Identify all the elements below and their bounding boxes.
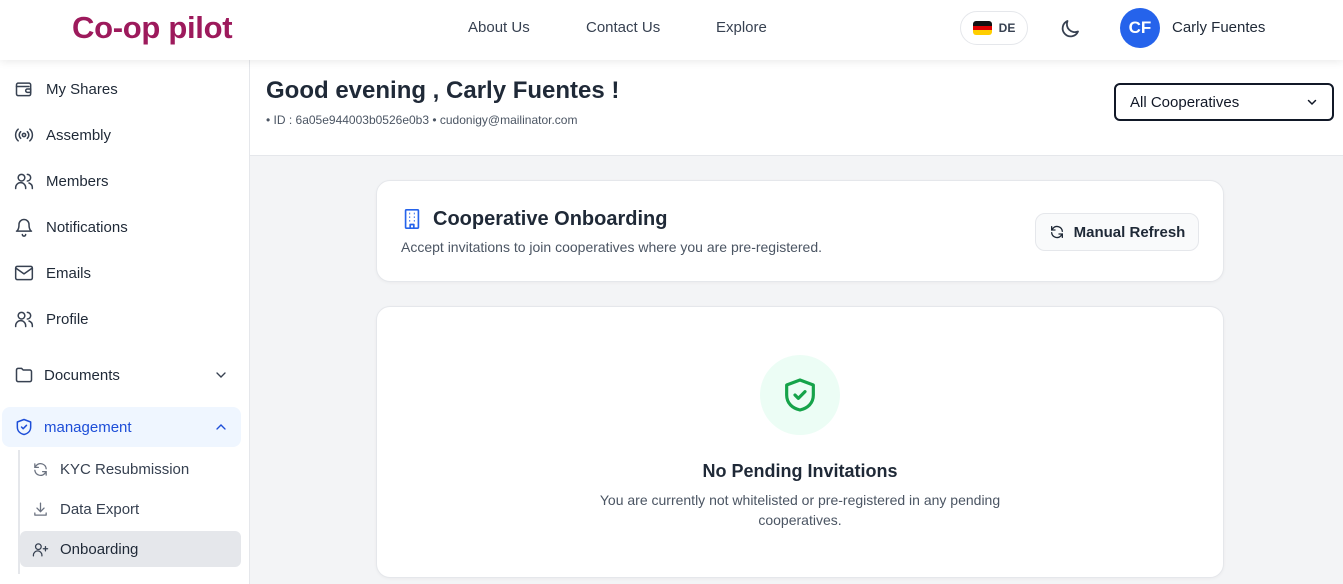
sidebar-item-documents[interactable]: Documents [0, 355, 249, 395]
chevron-up-icon [216, 424, 226, 430]
sidebar-item-label: management [44, 418, 132, 436]
refresh-icon [34, 462, 47, 476]
sidebar-item-notifications[interactable]: Notifications [0, 207, 249, 247]
sidebar-subitem-data-export[interactable]: Data Export [20, 491, 241, 527]
sidebar-item-label: Notifications [46, 218, 128, 236]
sidebar-item-label: Onboarding [60, 540, 139, 558]
user-plus-icon [32, 542, 49, 557]
nav-explore[interactable]: Explore [716, 19, 767, 36]
sidebar: My Shares Assembly Members Notifications… [0, 60, 250, 584]
bell-icon [15, 218, 33, 237]
shield-check-icon [785, 378, 815, 412]
sidebar-item-my-shares[interactable]: My Shares [0, 69, 249, 109]
page-title: Good evening , Carly Fuentes ! [266, 77, 620, 104]
sidebar-item-label: Data Export [60, 500, 140, 518]
refresh-icon [1050, 225, 1063, 239]
sidebar-item-label: Assembly [46, 126, 112, 144]
sidebar-item-label: My Shares [46, 80, 118, 98]
sidebar-subitem-kyc-resubmission[interactable]: KYC Resubmission [20, 451, 241, 487]
sidebar-item-assembly[interactable]: Assembly [0, 115, 249, 155]
card-title: Cooperative Onboarding [433, 208, 668, 230]
sidebar-item-management[interactable]: management [2, 407, 241, 447]
sidebar-item-emails[interactable]: Emails [0, 253, 249, 293]
top-navbar: Co-op pilot About Us Contact Us Explore … [0, 0, 1343, 60]
broadcast-icon [14, 128, 34, 142]
germany-flag-icon [972, 21, 992, 35]
chevron-down-icon [1307, 99, 1317, 106]
shield-check-icon [16, 418, 32, 436]
sidebar-item-label: Members [46, 172, 109, 190]
sidebar-subitem-onboarding[interactable]: Onboarding [20, 531, 241, 567]
moon-icon[interactable] [1058, 17, 1082, 41]
mail-icon [14, 265, 34, 281]
download-icon [34, 501, 47, 516]
greeting-bar: Good evening , Carly Fuentes ! • ID : 6a… [250, 60, 1343, 156]
manual-refresh-label: Manual Refresh [1073, 223, 1186, 241]
brand-logo[interactable]: Co-op pilot [72, 10, 233, 46]
language-switcher[interactable]: DE [960, 11, 1028, 45]
chevron-down-icon [216, 372, 226, 378]
sidebar-item-label: Documents [44, 366, 120, 384]
nav-about-us[interactable]: About Us [468, 19, 530, 36]
users-icon [14, 311, 34, 328]
user-name[interactable]: Carly Fuentes [1172, 19, 1265, 36]
empty-state-text: You are currently not whitelisted or pre… [599, 492, 1001, 528]
user-meta: • ID : 6a05e944003b0526e0b3 • cudonigy@m… [266, 113, 578, 127]
language-code: DE [998, 21, 1016, 35]
empty-state-badge [760, 355, 840, 435]
card-subtitle: Accept invitations to join cooperatives … [401, 239, 822, 255]
empty-state-card: No Pending Invitations You are currently… [376, 306, 1224, 578]
folder-icon [15, 367, 33, 383]
manual-refresh-button[interactable]: Manual Refresh [1035, 213, 1199, 251]
empty-state-title: No Pending Invitations [702, 461, 898, 481]
cooperative-select-value: All Cooperatives [1130, 93, 1240, 111]
onboarding-header-card: Cooperative Onboarding Accept invitation… [376, 180, 1224, 282]
sidebar-item-profile[interactable]: Profile [0, 299, 249, 339]
sidebar-item-label: KYC Resubmission [60, 460, 190, 478]
sidebar-item-label: Emails [46, 264, 92, 282]
building-icon [404, 209, 420, 229]
users-icon [14, 173, 34, 190]
cooperative-select[interactable]: All Cooperatives [1114, 83, 1334, 121]
avatar[interactable]: CF [1120, 8, 1160, 48]
sidebar-item-members[interactable]: Members [0, 161, 249, 201]
nav-contact-us[interactable]: Contact Us [586, 19, 660, 36]
sidebar-item-label: Profile [46, 310, 89, 328]
wallet-icon [15, 82, 32, 97]
